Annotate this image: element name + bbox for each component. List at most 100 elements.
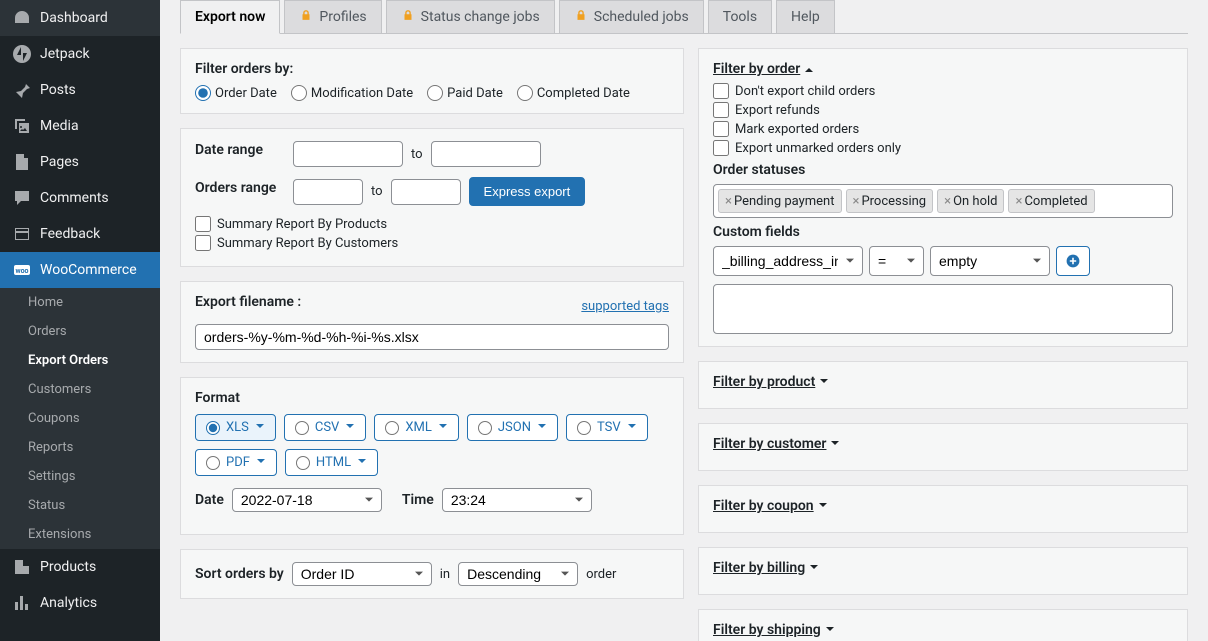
filter-by-shipping-heading[interactable]: Filter by shipping: [713, 622, 1173, 638]
remove-icon[interactable]: ×: [1015, 194, 1022, 209]
export-refunds-checkbox[interactable]: [713, 102, 729, 118]
nav-tabs: Export now Profiles Status change jobs S…: [180, 0, 1188, 34]
orders-to-input[interactable]: [391, 179, 461, 205]
summary-products-label: Summary Report By Products: [217, 217, 387, 232]
format-csv-button[interactable]: CSV: [284, 414, 366, 441]
orders-from-input[interactable]: [293, 179, 363, 205]
supported-tags-link[interactable]: supported tags: [581, 299, 669, 314]
sidebar-item-dashboard[interactable]: Dashboard: [0, 0, 160, 36]
filter-by-coupon-heading[interactable]: Filter by coupon: [713, 498, 1173, 514]
sidebar-sub-orders[interactable]: Orders: [0, 317, 160, 346]
sort-direction-select[interactable]: Descending: [458, 562, 578, 586]
chevron-down-icon: [830, 436, 840, 452]
tab-label: Scheduled jobs: [594, 9, 689, 25]
sidebar-item-posts[interactable]: Posts: [0, 72, 160, 108]
chevron-down-icon: [345, 420, 355, 435]
tab-label: Status change jobs: [421, 9, 540, 25]
date-to-input[interactable]: [431, 141, 541, 167]
tab-label: Export now: [195, 9, 265, 25]
filter-by-product-heading[interactable]: Filter by product: [713, 374, 1173, 390]
express-export-button[interactable]: Express export: [469, 177, 586, 206]
lock-icon: [401, 8, 415, 26]
format-xml-button[interactable]: XML: [374, 414, 459, 441]
mark-exported-checkbox[interactable]: [713, 121, 729, 137]
tab-status-change-jobs[interactable]: Status change jobs: [386, 0, 555, 33]
jetpack-icon: [12, 44, 32, 64]
radio-order-date[interactable]: Order Date: [195, 85, 277, 101]
time-select[interactable]: 23:24: [442, 488, 592, 512]
chevron-down-icon: [809, 560, 819, 576]
sidebar-sub-settings[interactable]: Settings: [0, 462, 160, 491]
sidebar-sub-customers[interactable]: Customers: [0, 375, 160, 404]
filter-by-customer-heading[interactable]: Filter by customer: [713, 436, 1173, 452]
filename-input[interactable]: [195, 324, 669, 350]
sidebar-item-media[interactable]: Media: [0, 108, 160, 144]
sidebar-item-analytics[interactable]: Analytics: [0, 585, 160, 621]
sidebar-label: Products: [40, 559, 96, 575]
sidebar-item-woocommerce[interactable]: woo WooCommerce: [0, 252, 160, 288]
remove-icon[interactable]: ×: [725, 194, 732, 209]
admin-sidebar: Dashboard Jetpack Posts Media Pages Comm…: [0, 0, 160, 641]
chevron-down-icon: [537, 420, 547, 435]
sidebar-item-products[interactable]: Products: [0, 549, 160, 585]
date-from-input[interactable]: [293, 141, 403, 167]
format-pdf-button[interactable]: PDF: [195, 449, 277, 476]
pin-icon: [12, 80, 32, 100]
add-custom-field-button[interactable]: [1056, 246, 1090, 276]
tab-profiles[interactable]: Profiles: [284, 0, 381, 33]
sidebar-sub-reports[interactable]: Reports: [0, 433, 160, 462]
sidebar-sub-status[interactable]: Status: [0, 491, 160, 520]
filter-by-billing-heading[interactable]: Filter by billing: [713, 560, 1173, 576]
custom-fields-list[interactable]: [713, 284, 1173, 334]
chevron-down-icon: [825, 622, 835, 638]
comments-icon: [12, 188, 32, 208]
to-label: to: [371, 184, 383, 199]
no-child-orders-checkbox[interactable]: [713, 83, 729, 99]
lock-icon: [299, 8, 313, 26]
radio-completed-date[interactable]: Completed Date: [517, 85, 630, 101]
summary-customers-checkbox[interactable]: [195, 235, 211, 251]
sidebar-item-comments[interactable]: Comments: [0, 180, 160, 216]
sidebar-sub-coupons[interactable]: Coupons: [0, 404, 160, 433]
media-icon: [12, 116, 32, 136]
sidebar-item-jetpack[interactable]: Jetpack: [0, 36, 160, 72]
custom-field-op-select[interactable]: =: [869, 246, 924, 276]
filter-by-order-heading[interactable]: Filter by order: [713, 61, 1173, 77]
status-token: ×Pending payment: [718, 189, 842, 213]
remove-icon[interactable]: ×: [944, 194, 951, 209]
custom-field-name-select[interactable]: _billing_address_index: [713, 246, 863, 276]
format-json-button[interactable]: JSON: [467, 414, 558, 441]
tab-help[interactable]: Help: [776, 0, 835, 33]
sidebar-label: Comments: [40, 190, 109, 206]
filename-card: Export filename : supported tags: [180, 281, 684, 363]
sort-field-select[interactable]: Order ID: [292, 562, 432, 586]
radio-paid-date[interactable]: Paid Date: [427, 85, 503, 101]
sidebar-sub-export-orders[interactable]: Export Orders: [0, 346, 160, 375]
tab-tools[interactable]: Tools: [708, 0, 772, 33]
format-title: Format: [195, 390, 240, 406]
unmarked-only-checkbox[interactable]: [713, 140, 729, 156]
filter-orders-card: Filter orders by: Order Date Modificatio…: [180, 48, 684, 114]
status-token: ×On hold: [937, 189, 1004, 213]
sidebar-sub-extensions[interactable]: Extensions: [0, 520, 160, 549]
sidebar-item-feedback[interactable]: Feedback: [0, 216, 160, 252]
remove-icon[interactable]: ×: [853, 194, 860, 209]
custom-field-value-select[interactable]: empty: [930, 246, 1050, 276]
filter-by-product-card: Filter by product: [698, 361, 1188, 409]
products-icon: [12, 557, 32, 577]
tab-scheduled-jobs[interactable]: Scheduled jobs: [559, 0, 704, 33]
format-html-button[interactable]: HTML: [285, 449, 378, 476]
time-label: Time: [402, 492, 434, 508]
format-card: Format XLS CSV XML JSON TSV PDF HTML Dat…: [180, 377, 684, 535]
format-xls-button[interactable]: XLS: [195, 414, 276, 441]
sidebar-sub-home[interactable]: Home: [0, 288, 160, 317]
woo-icon: woo: [12, 260, 32, 280]
order-statuses-input[interactable]: ×Pending payment ×Processing ×On hold ×C…: [713, 184, 1173, 218]
radio-modification-date[interactable]: Modification Date: [291, 85, 413, 101]
feedback-icon: [12, 224, 32, 244]
tab-export-now[interactable]: Export now: [180, 0, 280, 34]
sidebar-item-pages[interactable]: Pages: [0, 144, 160, 180]
format-tsv-button[interactable]: TSV: [566, 414, 648, 441]
summary-products-checkbox[interactable]: [195, 216, 211, 232]
date-select[interactable]: 2022-07-18: [232, 488, 382, 512]
